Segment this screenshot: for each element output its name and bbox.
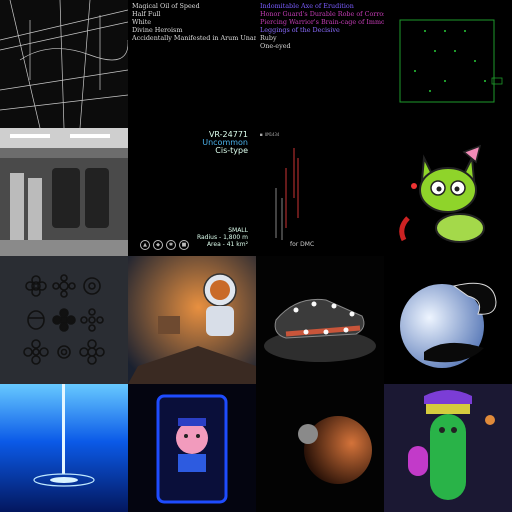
planet-icons: ▲ ◆ ✱ ■ — [140, 240, 189, 250]
tile-pixel-dungeon[interactable] — [384, 0, 512, 128]
tile-blue-water[interactable] — [0, 384, 128, 512]
astronaut-scene-image — [128, 256, 256, 384]
lock-icon: ■ — [179, 240, 189, 250]
flower-icon — [80, 308, 104, 332]
orca-sculpture-image — [400, 282, 497, 368]
list-item: Accidentally Manifested in Arum Unarev — [132, 34, 265, 42]
flower-icon — [79, 339, 105, 365]
flower-icon — [57, 345, 71, 359]
list-item: Magical Oil of Speed — [132, 2, 200, 10]
tile-cactus-character[interactable] — [384, 384, 512, 512]
cat-sticker-image — [399, 144, 485, 243]
list-item: Indomitable Axe of Erudition — [260, 2, 354, 10]
tile-planets[interactable] — [256, 384, 384, 512]
candle-chart-image: ■ UM1434 for DMC — [260, 132, 314, 248]
mall-photo-image — [0, 128, 128, 256]
svg-text:■ UM1434: ■ UM1434 — [260, 132, 280, 137]
planet-id-block: VR-24771 Uncommon Cis-type — [202, 131, 248, 155]
flower-icon — [25, 275, 47, 297]
list-item: Divine Heroism — [132, 26, 183, 34]
street-sketch-image — [0, 0, 128, 128]
planet-size-block: SMALL Radius - 1,800 m Area - 41 km² — [197, 227, 248, 248]
tile-flower-icons[interactable] — [0, 256, 128, 384]
flower-icon — [52, 274, 76, 298]
list-item: Honor Guard's Durable Robe of Corrosion … — [260, 10, 409, 18]
item-list-left: Magical Oil of Speed Half Full White Div… — [128, 0, 265, 128]
sneakers-image — [264, 298, 376, 362]
flower-icon-grid — [23, 274, 105, 365]
flower-icon — [27, 310, 45, 330]
flower-icon — [83, 277, 101, 295]
flower-icon — [52, 308, 76, 332]
dungeon-map-image — [399, 19, 503, 103]
tile-photo-mall[interactable] — [0, 128, 128, 256]
planet-type: Cis-type — [215, 146, 248, 155]
tile-neon-card[interactable] — [128, 384, 256, 512]
cactus-character-image — [408, 390, 495, 500]
rocket-icon: ▲ — [140, 240, 150, 250]
tile-planet-card[interactable]: VR-24771 Uncommon Cis-type ▲ ◆ ✱ ■ SMALL… — [128, 128, 256, 256]
list-item: Ruby — [260, 34, 277, 42]
svg-text:for DMC: for DMC — [290, 241, 314, 248]
planet-radius: Radius - 1,800 m — [196, 234, 248, 241]
list-item: White — [132, 18, 152, 26]
planet-size: SMALL — [228, 227, 248, 234]
tile-sketch-street[interactable] — [0, 0, 128, 128]
tile-candle-chart[interactable]: ■ UM1434 for DMC — [256, 128, 384, 256]
list-item: Half Full — [132, 10, 161, 18]
gear-icon: ✱ — [166, 240, 176, 250]
list-item: Leggings of the Decisive — [260, 26, 340, 34]
item-list-right: Indomitable Axe of Erudition Honor Guard… — [256, 0, 409, 128]
list-item: Piercing Warrior's Brain-cage of Immorta… — [260, 18, 405, 26]
tile-sneakers[interactable] — [256, 256, 384, 384]
planet-area: Area - 41 km² — [206, 241, 248, 248]
flask-icon: ◆ — [153, 240, 163, 250]
neon-card-image — [156, 394, 228, 504]
tile-orca-sculpture[interactable] — [384, 256, 512, 384]
list-item: One-eyed — [260, 42, 291, 50]
blue-water-image — [0, 384, 128, 512]
flower-icon — [23, 339, 49, 365]
planets-image — [298, 416, 372, 484]
tile-astronaut-scene[interactable] — [128, 256, 256, 384]
tile-cat-sticker[interactable] — [384, 128, 512, 256]
